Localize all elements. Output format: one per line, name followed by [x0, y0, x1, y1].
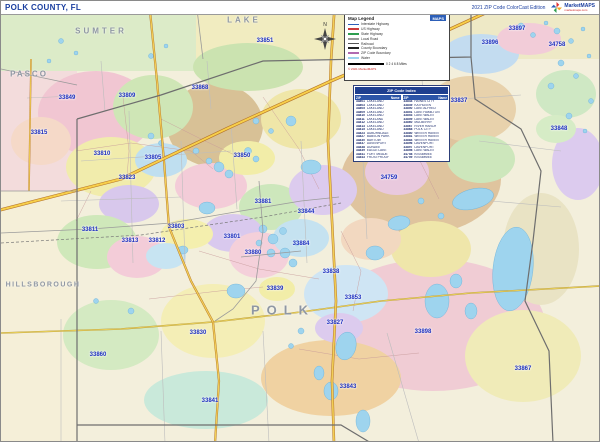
zip-index-columns: ZIP Name 33801 LAKELAND 33803 LAKELAND 3…	[355, 95, 448, 160]
legend-color-swatch	[348, 33, 359, 35]
header-bar: POLK COUNTY, FL 2021 ZIP Code ColorCast …	[1, 1, 599, 15]
legend-entry: Water	[348, 56, 446, 61]
zip-column-header: ZIP	[403, 95, 409, 100]
map-legend: Map Legend MAPS Interstate Highway US Hi…	[344, 12, 450, 81]
zip-index-row: 33843 FROSTPROOF	[355, 156, 401, 160]
page-title: POLK COUNTY, FL	[5, 3, 82, 12]
zip-code-index: ZIP Code Index ZIP Name 33801 LAKELAND 3…	[353, 85, 450, 162]
brand-pinwheel-icon	[551, 2, 563, 13]
legend-entry-label: County Boundary	[361, 46, 388, 51]
legend-entry-label: Water	[361, 55, 370, 60]
legend-logo: MAPS	[430, 15, 446, 21]
zip-index-row: 34759 KISSIMMEE	[403, 156, 449, 160]
legend-entry-label: US Highway	[361, 27, 380, 32]
legend-entry-label: Railroad	[361, 41, 374, 46]
map-canvas: N	[1, 1, 599, 441]
legend-color-swatch	[348, 28, 359, 31]
zip-rows-left: 33801 LAKELAND 33803 LAKELAND 33805 LAKE…	[355, 100, 401, 160]
legend-color-swatch	[348, 57, 359, 59]
legend-entry-label: ZIP Code Boundary	[361, 51, 391, 56]
map-page: N SUMTER LAKE PASCO HILLSBOROUGH POLK 33…	[0, 0, 600, 442]
legend-copyright: © 2021 MarketMAPS	[348, 66, 377, 71]
legend-title: Map Legend	[348, 15, 375, 21]
name-cell: FROSTPROOF	[366, 156, 390, 159]
zip-rows-right: 33844 HAINES CITY 33849 KATHLEEN 33850 L…	[403, 100, 449, 160]
zip-cell: 34759	[403, 156, 413, 159]
legend-color-swatch	[348, 47, 359, 50]
brand-subtitle: marketmaps.com	[564, 7, 588, 12]
scale-text: 0 2 4 6 8 Miles	[386, 61, 407, 66]
zip-index-title: ZIP Code Index	[355, 87, 448, 94]
brand-text: MarketMAPS marketmaps.com	[564, 3, 595, 12]
zip-cell: 33843	[356, 156, 365, 159]
legend-header: Map Legend MAPS	[348, 15, 446, 21]
edition-label: 2021 ZIP Code ColorCast Edition	[471, 4, 546, 11]
name-column-header: Name	[438, 95, 447, 100]
scale-bar-row: 0 2 4 6 8 Miles	[348, 62, 446, 66]
zip-index-left-column: ZIP Name 33801 LAKELAND 33803 LAKELAND 3…	[355, 95, 401, 160]
name-cell: KISSIMMEE	[414, 156, 433, 159]
scale-bar	[348, 62, 384, 65]
legend-entry-label: Local Road	[361, 36, 379, 41]
brand-logo: MarketMAPS marketmaps.com	[551, 2, 595, 13]
legend-entry-label: Interstate Highway	[361, 22, 390, 27]
legend-color-swatch	[348, 23, 359, 26]
name-column-header: Name	[390, 95, 400, 100]
legend-color-swatch	[348, 42, 359, 45]
compass-north-label: N	[323, 22, 327, 28]
legend-color-swatch	[348, 52, 359, 55]
zip-column-header: ZIP	[356, 95, 361, 100]
legend-color-swatch	[348, 37, 359, 40]
legend-entries: Interstate Highway US Highway State High…	[348, 22, 446, 60]
legend-entry-label: State Highway	[361, 31, 383, 36]
zip-index-right-column: ZIP Name 33844 HAINES CITY 33849 KATHLEE…	[402, 95, 449, 160]
